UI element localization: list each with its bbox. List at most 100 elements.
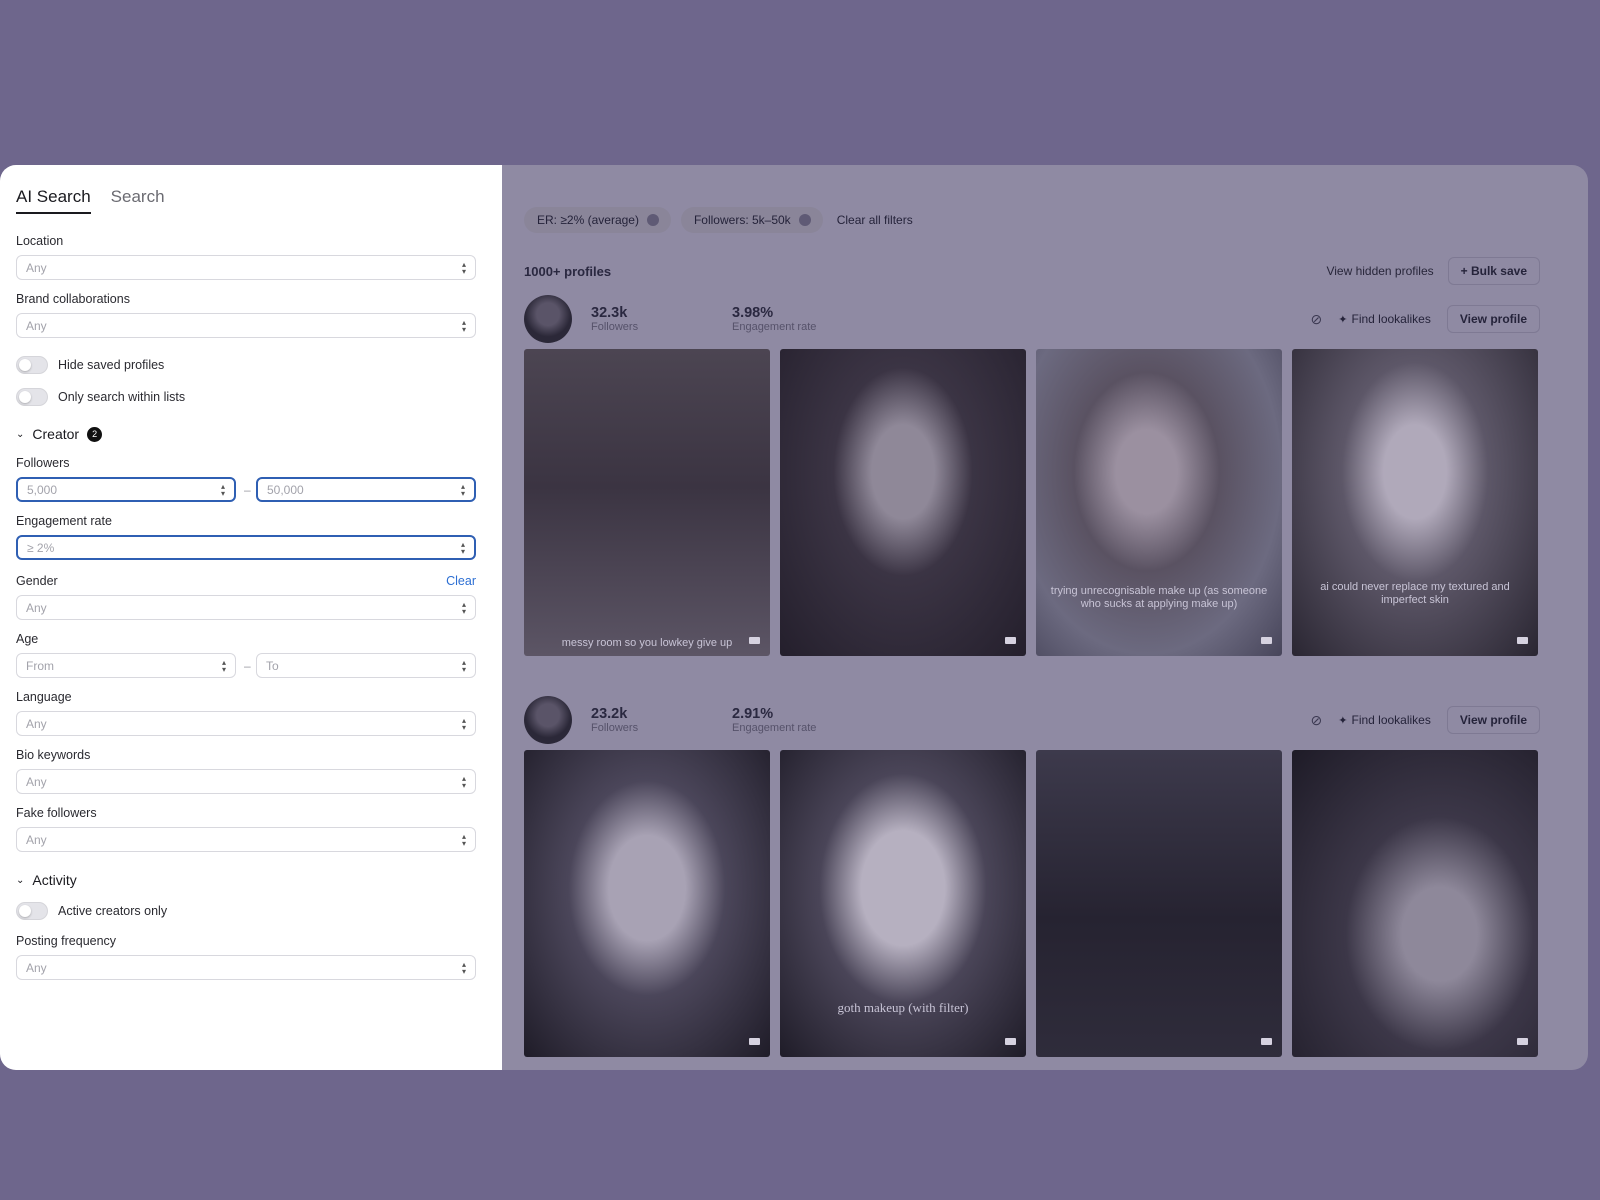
age-from-select[interactable]: From ▴ ▾ bbox=[16, 653, 236, 678]
tab-search[interactable]: Search bbox=[111, 187, 165, 214]
view-profile-button[interactable]: View profile bbox=[1446, 305, 1540, 333]
view-profile-button[interactable]: View profile bbox=[1446, 706, 1540, 734]
remove-chip-icon[interactable] bbox=[646, 214, 659, 226]
updown-chevron-icon: ▴ ▾ bbox=[461, 773, 466, 790]
media-caption: messy room so you lowkey give up bbox=[561, 637, 733, 649]
hide-profile-icon[interactable]: ⊘ bbox=[1311, 311, 1323, 328]
updown-chevron-icon: ▴ ▾ bbox=[461, 599, 466, 616]
followers-group: Followers 5,000 ▴ ▾ – 50,000 ▴ ▾ bbox=[16, 456, 486, 502]
find-lookalikes-label: Find lookalikes bbox=[1351, 713, 1431, 727]
only-lists-toggle[interactable] bbox=[16, 388, 48, 406]
activity-section-title: Activity bbox=[32, 872, 77, 888]
followers-stat: 32.3k Followers bbox=[591, 305, 732, 333]
active-only-label: Active creators only bbox=[58, 904, 168, 918]
active-only-toggle[interactable] bbox=[16, 902, 48, 920]
gender-clear-link[interactable]: Clear bbox=[446, 574, 476, 588]
media-row: messy room so you lowkey give up trying … bbox=[524, 349, 1540, 656]
followers-max-input[interactable]: 50,000 ▴ ▾ bbox=[256, 477, 476, 502]
find-lookalikes-button[interactable]: ✦ Find lookalikes bbox=[1338, 713, 1431, 727]
search-tabs: AI Search Search bbox=[16, 187, 486, 214]
bio-label: Bio keywords bbox=[16, 748, 91, 762]
range-separator: – bbox=[244, 658, 251, 673]
tab-ai-search[interactable]: AI Search bbox=[16, 187, 91, 214]
clear-all-filters-link[interactable]: Clear all filters bbox=[833, 213, 913, 227]
video-icon bbox=[1517, 637, 1528, 644]
view-hidden-profiles-link[interactable]: View hidden profiles bbox=[1326, 264, 1433, 278]
fake-group: Fake followers Any ▴ ▾ bbox=[16, 806, 486, 852]
followers-min-input[interactable]: 5,000 ▴ ▾ bbox=[16, 477, 236, 502]
media-row: goth makeup (with filter) bbox=[524, 750, 1540, 1057]
avatar[interactable] bbox=[524, 295, 572, 343]
age-to-select[interactable]: To ▴ ▾ bbox=[256, 653, 476, 678]
posting-group: Posting frequency Any ▴ ▾ bbox=[16, 934, 486, 980]
find-lookalikes-label: Find lookalikes bbox=[1351, 312, 1431, 326]
fake-label: Fake followers bbox=[16, 806, 97, 820]
posting-label: Posting frequency bbox=[16, 934, 117, 948]
followers-stat: 23.2k Followers bbox=[591, 706, 732, 734]
sparkle-icon: ✦ bbox=[1338, 715, 1348, 727]
followers-stat-label: Followers bbox=[591, 321, 639, 333]
active-only-row: Active creators only bbox=[16, 902, 486, 920]
results-panel: ER: ≥2% (average) Followers: 5k–50k Clea… bbox=[502, 165, 1588, 1070]
updown-chevron-icon: ▴ ▾ bbox=[220, 481, 225, 498]
updown-chevron-icon: ▴ ▾ bbox=[221, 657, 226, 674]
filter-chip-followers[interactable]: Followers: 5k–50k bbox=[680, 207, 823, 233]
location-select[interactable]: Any ▴ ▾ bbox=[16, 255, 476, 280]
language-value: Any bbox=[26, 716, 47, 731]
avatar[interactable] bbox=[524, 696, 572, 744]
brand-group: Brand collaborations Any ▴ ▾ bbox=[16, 292, 486, 338]
engagement-stat: 2.91% Engagement rate bbox=[732, 706, 873, 734]
creator-filter-count-badge: 2 bbox=[87, 426, 103, 442]
media-thumbnail[interactable]: messy room so you lowkey give up bbox=[524, 349, 770, 656]
find-lookalikes-button[interactable]: ✦ Find lookalikes bbox=[1338, 312, 1431, 326]
updown-chevron-icon: ▴ ▾ bbox=[461, 317, 466, 334]
updown-chevron-icon: ▴ ▾ bbox=[461, 657, 466, 674]
updown-chevron-icon: ▴ ▾ bbox=[461, 715, 466, 732]
fake-select[interactable]: Any ▴ ▾ bbox=[16, 827, 476, 852]
filter-chip-er[interactable]: ER: ≥2% (average) bbox=[524, 207, 671, 233]
bio-select[interactable]: Any ▴ ▾ bbox=[16, 769, 476, 794]
media-thumbnail[interactable] bbox=[780, 349, 1026, 656]
engagement-select[interactable]: ≥ 2% ▴ ▾ bbox=[16, 535, 476, 560]
chevron-down-icon: ⌄ bbox=[16, 874, 25, 886]
hide-saved-toggle[interactable] bbox=[16, 356, 48, 374]
engagement-stat-label: Engagement rate bbox=[732, 722, 817, 734]
gender-select[interactable]: Any ▴ ▾ bbox=[16, 595, 476, 620]
engagement-group: Engagement rate ≥ 2% ▴ ▾ bbox=[16, 514, 486, 560]
only-lists-label: Only search within lists bbox=[58, 390, 186, 404]
filter-chip-label: Followers: 5k–50k bbox=[693, 213, 791, 227]
remove-chip-icon[interactable] bbox=[798, 214, 811, 226]
media-caption: ai could never replace my textured and i… bbox=[1320, 581, 1510, 606]
location-group: Location Any ▴ ▾ bbox=[16, 234, 486, 280]
engagement-stat-label: Engagement rate bbox=[732, 321, 817, 333]
age-to-value: To bbox=[266, 658, 279, 673]
media-caption: trying unrecognisable make up (as someon… bbox=[1050, 585, 1268, 610]
engagement-value: ≥ 2% bbox=[27, 540, 55, 555]
hide-profile-icon[interactable]: ⊘ bbox=[1311, 712, 1323, 729]
updown-chevron-icon: ▴ ▾ bbox=[461, 959, 466, 976]
language-select[interactable]: Any ▴ ▾ bbox=[16, 711, 476, 736]
video-icon bbox=[1005, 1038, 1016, 1045]
followers-max-value: 50,000 bbox=[267, 482, 304, 497]
brand-select[interactable]: Any ▴ ▾ bbox=[16, 313, 476, 338]
active-filters: ER: ≥2% (average) Followers: 5k–50k Clea… bbox=[524, 207, 1540, 233]
activity-section-toggle[interactable]: ⌄ Activity bbox=[16, 872, 486, 888]
app-window: AI Search Search Location Any ▴ ▾ Brand c… bbox=[0, 165, 1588, 1070]
media-thumbnail[interactable]: ai could never replace my textured and i… bbox=[1292, 349, 1538, 656]
media-thumbnail[interactable]: trying unrecognisable make up (as someon… bbox=[1036, 349, 1282, 656]
posting-value: Any bbox=[26, 960, 47, 975]
media-thumbnail[interactable] bbox=[524, 750, 770, 1057]
engagement-value: 2.91% bbox=[732, 706, 774, 722]
bio-value: Any bbox=[26, 774, 47, 789]
engagement-label: Engagement rate bbox=[16, 514, 112, 528]
media-caption: goth makeup (with filter) bbox=[837, 1000, 969, 1015]
media-thumbnail[interactable]: goth makeup (with filter) bbox=[780, 750, 1026, 1057]
video-icon bbox=[749, 1038, 760, 1045]
media-thumbnail[interactable] bbox=[1292, 750, 1538, 1057]
bulk-save-button[interactable]: + Bulk save bbox=[1447, 257, 1540, 285]
updown-chevron-icon: ▴ ▾ bbox=[460, 481, 465, 498]
posting-select[interactable]: Any ▴ ▾ bbox=[16, 955, 476, 980]
media-thumbnail[interactable] bbox=[1036, 750, 1282, 1057]
video-icon bbox=[1005, 637, 1016, 644]
creator-section-toggle[interactable]: ⌄ Creator 2 bbox=[16, 426, 486, 442]
